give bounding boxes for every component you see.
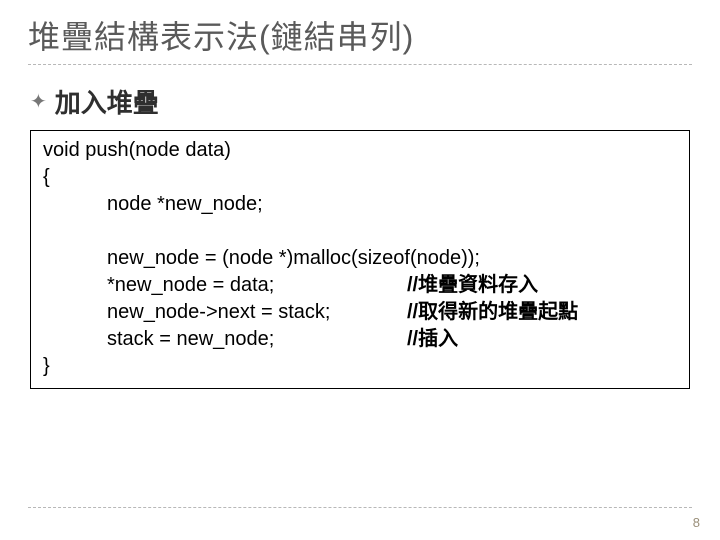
page-number: 8 xyxy=(693,515,700,530)
code-line: { xyxy=(43,164,677,191)
code-line: } xyxy=(43,353,677,380)
code-fragment: new_node->next = stack; xyxy=(107,299,407,326)
bullet-item: ✦ 加入堆疊 xyxy=(28,83,692,120)
code-blank-line xyxy=(43,218,677,245)
code-line: stack = new_node; //插入 xyxy=(43,326,677,353)
code-line: new_node = (node *)malloc(sizeof(node)); xyxy=(43,245,677,272)
code-comment: //取得新的堆疊起點 xyxy=(407,299,578,326)
code-line: void push(node data) xyxy=(43,137,677,164)
code-comment: //堆疊資料存入 xyxy=(407,272,538,299)
code-line: *new_node = data; //堆疊資料存入 xyxy=(43,272,677,299)
footer-divider xyxy=(28,507,692,508)
code-block: void push(node data) { node *new_node; n… xyxy=(30,130,690,389)
title-divider xyxy=(28,64,692,65)
slide-container: 堆疊結構表示法(鏈結串列) ✦ 加入堆疊 void push(node data… xyxy=(0,0,720,540)
code-fragment: stack = new_node; xyxy=(107,326,407,353)
bullet-text: 加入堆疊 xyxy=(55,83,159,120)
bullet-icon: ✦ xyxy=(30,92,47,112)
code-fragment: *new_node = data; xyxy=(107,272,407,299)
slide-title: 堆疊結構表示法(鏈結串列) xyxy=(28,12,692,64)
code-comment: //插入 xyxy=(407,326,458,353)
code-line: new_node->next = stack; //取得新的堆疊起點 xyxy=(43,299,677,326)
code-line: node *new_node; xyxy=(43,191,677,218)
